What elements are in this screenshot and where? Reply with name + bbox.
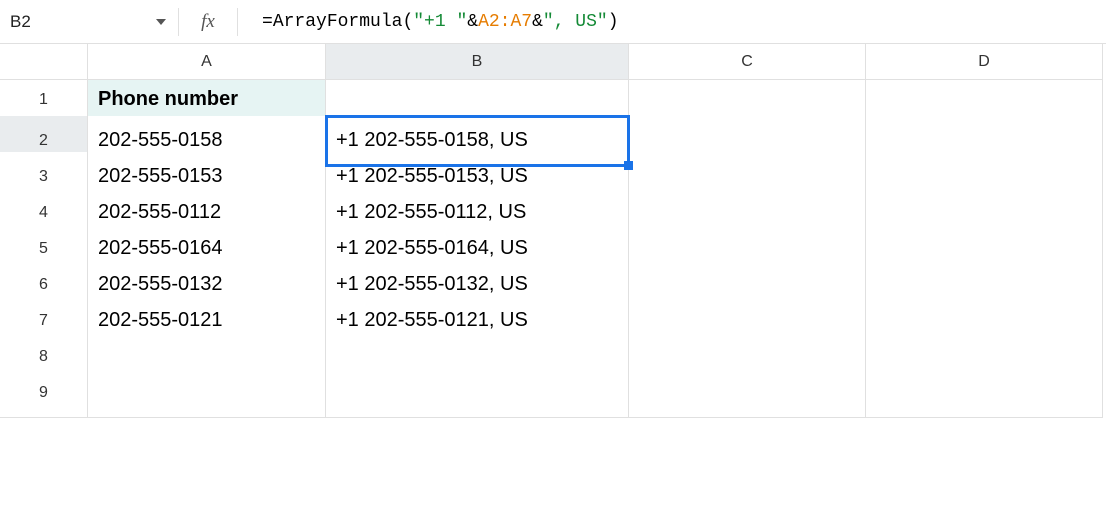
formula-str1: "+1 "	[413, 12, 467, 32]
cell-b9[interactable]	[326, 368, 629, 418]
cell-b2[interactable]: +1 202-555-0158, US	[326, 116, 629, 166]
cell-a9[interactable]	[88, 368, 326, 418]
name-box[interactable]: B2	[0, 0, 178, 43]
formula-str2: ", US"	[543, 12, 608, 32]
select-all-corner[interactable]	[0, 44, 88, 80]
formula-close: )	[608, 12, 619, 32]
formula-fn: ArrayFormula	[273, 12, 403, 32]
formula-amp2: &	[532, 12, 543, 32]
cell-d9[interactable]	[866, 368, 1103, 418]
formula-amp1: &	[467, 12, 478, 32]
formula-equals: =	[262, 12, 273, 32]
col-header-a[interactable]: A	[88, 44, 326, 80]
cell-d1[interactable]	[866, 80, 1103, 120]
fill-handle[interactable]	[624, 161, 633, 170]
cell-b1[interactable]	[326, 80, 629, 120]
row-header-9[interactable]: 9	[0, 368, 88, 418]
formula-range: A2:A7	[478, 12, 532, 32]
formula-open: (	[402, 12, 413, 32]
fx-icon: fx	[179, 11, 237, 33]
col-header-b[interactable]: B	[326, 44, 629, 80]
cell-c9[interactable]	[629, 368, 866, 418]
cell-c1[interactable]	[629, 80, 866, 120]
formula-bar: B2 fx =ArrayFormula("+1 "&A2:A7&", US")	[0, 0, 1106, 44]
dropdown-icon[interactable]	[156, 19, 166, 25]
name-box-value: B2	[10, 12, 31, 32]
col-header-d[interactable]: D	[866, 44, 1103, 80]
cell-a1[interactable]: Phone number	[88, 80, 326, 120]
spreadsheet-grid: A B C D 1 Phone number 2 202-555-0158 +1…	[0, 44, 1106, 404]
col-header-c[interactable]: C	[629, 44, 866, 80]
row-header-1[interactable]: 1	[0, 80, 88, 120]
formula-input[interactable]: =ArrayFormula("+1 "&A2:A7&", US")	[238, 0, 1106, 43]
